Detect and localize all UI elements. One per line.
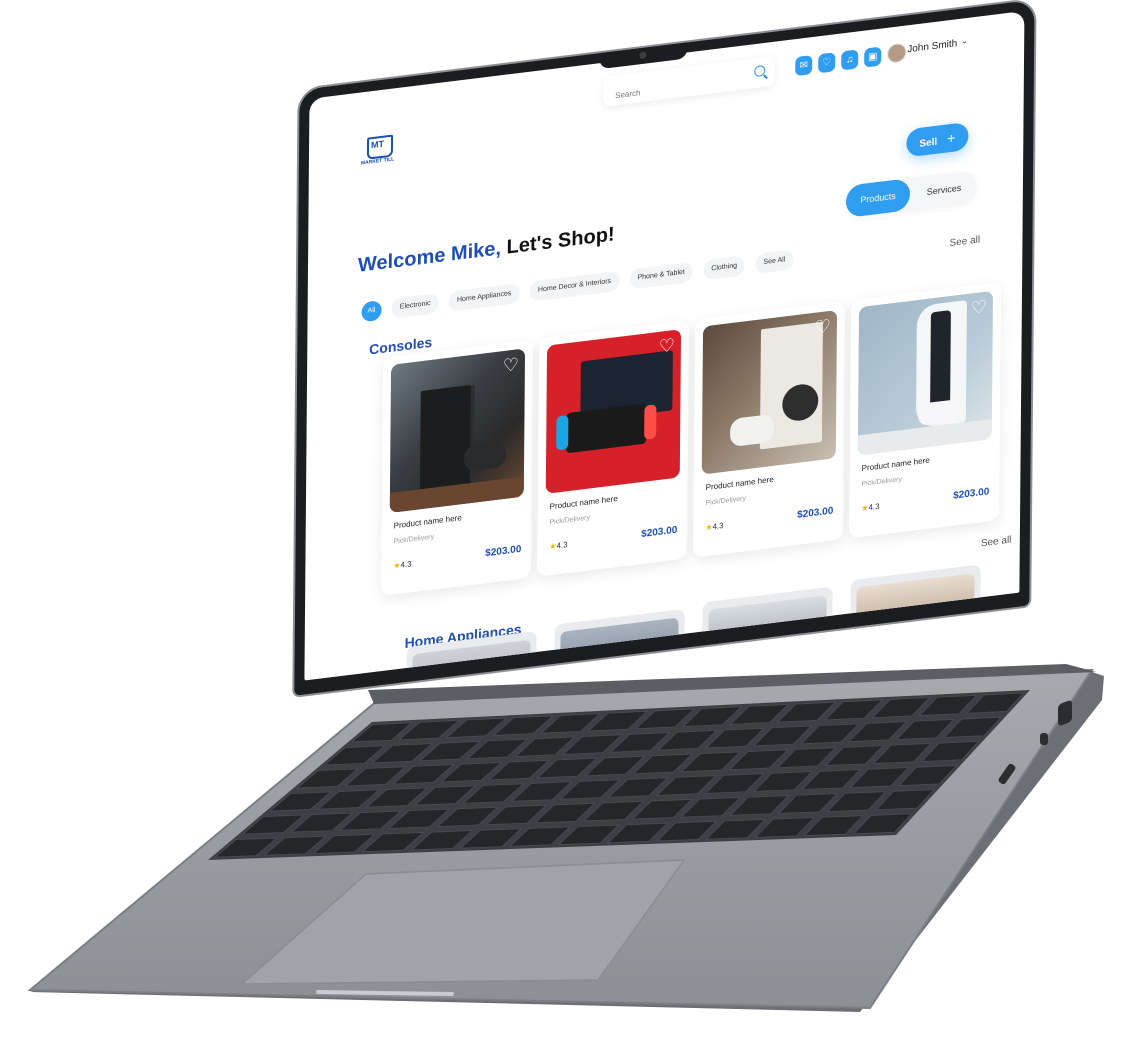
brand-name: MARKET TILL — [360, 156, 395, 167]
product-price: $203.00 — [953, 486, 990, 502]
rating-value: 4.3 — [868, 501, 880, 513]
product-name[interactable]: Product name here — [550, 494, 618, 511]
product-rating: ★4.3 — [861, 502, 879, 513]
keyboard-key — [852, 813, 913, 835]
camera-icon — [639, 51, 647, 60]
welcome-highlight: Welcome Mike, — [357, 237, 502, 277]
tab-products[interactable]: Products — [845, 178, 911, 218]
chip-see-all[interactable]: See All — [755, 249, 794, 275]
product-delivery: Pick/Delivery — [861, 476, 902, 489]
heart-icon[interactable]: ♡ — [659, 335, 675, 357]
screen-bezel: ✉ ♡ ♫ ▣ John Smith ⌄ MT MARKET TILL Sell… — [294, 0, 1035, 696]
cart-icon[interactable]: ▣ — [864, 46, 882, 68]
heart-icon[interactable]: ♡ — [815, 316, 831, 338]
tab-services[interactable]: Services — [912, 170, 976, 210]
product-rating: ★4.3 — [393, 559, 411, 570]
heart-icon[interactable]: ♡ — [971, 297, 987, 319]
product-rating: ★4.3 — [549, 540, 567, 551]
sell-button[interactable]: Sell + — [906, 121, 969, 158]
product-delivery: Pick/Delivery — [393, 533, 434, 546]
app-window: ✉ ♡ ♫ ▣ John Smith ⌄ MT MARKET TILL Sell… — [304, 10, 1025, 681]
laptop-screen: ✉ ♡ ♫ ▣ John Smith ⌄ MT MARKET TILL Sell… — [294, 0, 1035, 701]
plus-icon: + — [947, 129, 956, 147]
product-card[interactable]: ♡ Product name here Pick/Delivery ★4.3 $… — [693, 301, 846, 558]
laptop-mockup: ✉ ♡ ♫ ▣ John Smith ⌄ MT MARKET TILL Sell… — [0, 0, 1136, 1049]
logo-letters: MT — [370, 138, 385, 151]
heart-icon[interactable]: ♡ — [503, 354, 519, 376]
product-image[interactable] — [708, 595, 827, 642]
product-price: $203.00 — [485, 543, 522, 560]
chip-phone-tablet[interactable]: Phone & Tablet — [629, 261, 693, 290]
product-rating: ★4.3 — [705, 521, 723, 532]
sell-label: Sell — [919, 136, 938, 150]
product-name[interactable]: Product name here — [862, 456, 930, 473]
search-input[interactable] — [613, 74, 748, 102]
chip-all[interactable]: All — [361, 300, 382, 323]
product-card[interactable] — [850, 564, 981, 621]
brand-logo[interactable]: MT MARKET TILL — [359, 132, 399, 177]
see-all-link[interactable]: See all — [949, 234, 980, 249]
rating-value: 4.3 — [556, 540, 568, 551]
product-name[interactable]: Product name here — [706, 475, 774, 492]
chip-clothing[interactable]: Clothing — [703, 255, 746, 281]
product-delivery: Pick/Delivery — [705, 495, 746, 508]
product-image[interactable] — [856, 573, 975, 620]
product-card[interactable]: ♡ Product name here Pick/Delivery ★4.3 $… — [537, 320, 690, 577]
product-name[interactable]: Product name here — [394, 513, 462, 530]
page-title: Welcome Mike, Let's Shop! — [358, 223, 615, 278]
product-card[interactable]: ♡ Product name here Pick/Delivery ★4.3 $… — [381, 339, 534, 597]
heart-icon[interactable]: ♡ — [818, 52, 836, 74]
search-icon[interactable] — [754, 64, 766, 78]
welcome-rest: Let's Shop! — [500, 223, 615, 260]
avatar[interactable] — [887, 42, 907, 64]
product-price: $203.00 — [797, 505, 834, 521]
product-card[interactable] — [702, 586, 833, 643]
user-name[interactable]: John Smith — [907, 38, 957, 55]
chip-electronic[interactable]: Electronic — [391, 292, 439, 319]
chevron-down-icon[interactable]: ⌄ — [961, 36, 968, 46]
chip-home-decor[interactable]: Home Decor & Interiors — [529, 270, 620, 302]
rating-value: 4.3 — [712, 520, 724, 532]
bell-icon[interactable]: ♫ — [841, 49, 859, 71]
product-card[interactable]: ♡ Product name here Pick/Delivery ★4.3 $… — [849, 281, 1002, 539]
product-price: $203.00 — [641, 524, 678, 541]
product-delivery: Pick/Delivery — [549, 514, 590, 527]
chat-icon[interactable]: ✉ — [795, 55, 813, 77]
rating-value: 4.3 — [400, 559, 412, 570]
product-service-toggle: Products Services — [845, 169, 977, 218]
chip-home-appliances[interactable]: Home Appliances — [448, 283, 520, 312]
see-all-link[interactable]: See all — [981, 535, 1012, 550]
